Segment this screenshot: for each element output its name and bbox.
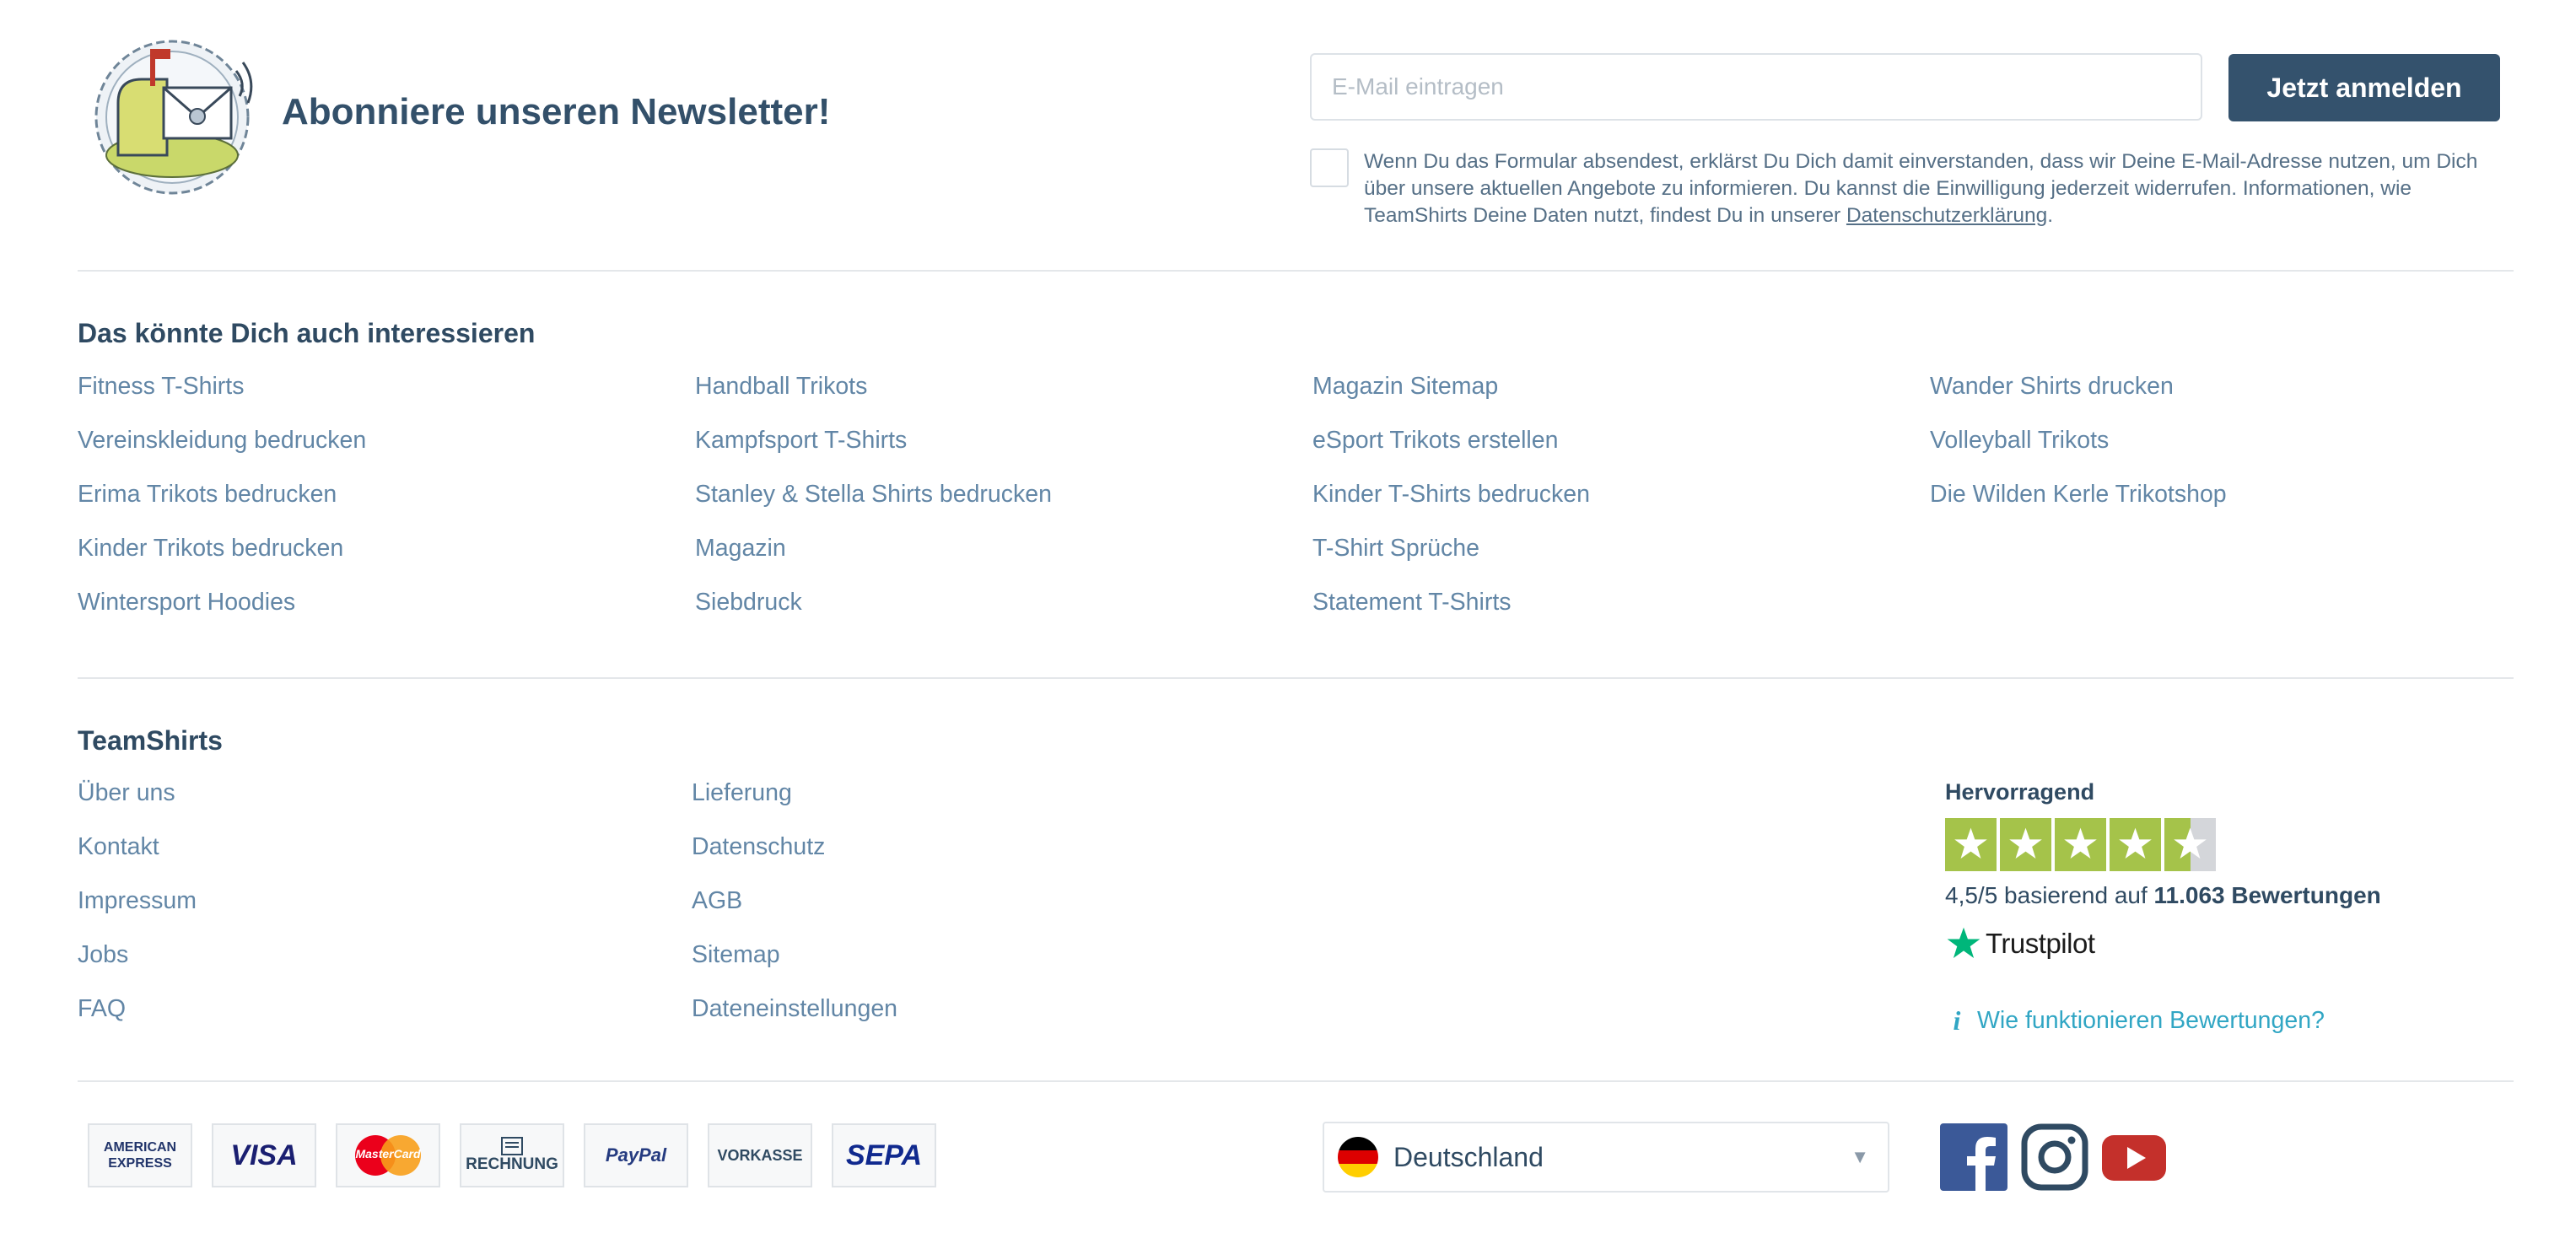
trustpilot-stars[interactable] <box>1945 818 2216 871</box>
trustpilot-label: Hervorragend <box>1945 779 2095 805</box>
company-link[interactable]: Dateneinstellungen <box>692 995 897 1023</box>
interest-link[interactable]: Wander Shirts drucken <box>1930 373 2174 401</box>
interest-link[interactable]: T-Shirt Sprüche <box>1312 535 1479 563</box>
rating-star <box>2055 818 2106 871</box>
consent-text: Wenn Du das Formular absendest, erklärst… <box>1364 148 2511 229</box>
rating-star <box>2110 818 2161 871</box>
consent-text-end: . <box>2047 204 2054 227</box>
company-heading: TeamShirts <box>78 725 223 756</box>
interest-link[interactable]: Magazin Sitemap <box>1312 373 1498 401</box>
vorkasse-icon: VORKASSE <box>708 1123 812 1187</box>
company-link[interactable]: Kontakt <box>78 833 159 861</box>
germany-flag-icon <box>1338 1137 1378 1177</box>
rechnung-label: RECHNUNG <box>466 1155 558 1173</box>
interest-link[interactable]: Volleyball Trikots <box>1930 427 2109 455</box>
company-link[interactable]: Über uns <box>78 779 175 807</box>
interest-link[interactable]: Wintersport Hoodies <box>78 589 295 616</box>
rating-text: 4,5/5 basierend auf <box>1945 882 2154 908</box>
email-field[interactable] <box>1310 53 2202 121</box>
company-link[interactable]: Impressum <box>78 887 197 915</box>
interest-link[interactable]: Vereinskleidung bedrucken <box>78 427 366 455</box>
country-select[interactable]: Deutschland ▼ <box>1323 1122 1889 1193</box>
company-link[interactable]: Lieferung <box>692 779 792 807</box>
interests-heading: Das könnte Dich auch interessieren <box>78 318 536 348</box>
interest-link[interactable]: Kinder T-Shirts bedrucken <box>1312 481 1590 509</box>
interest-link[interactable]: Erima Trikots bedrucken <box>78 481 337 509</box>
interest-link[interactable]: Stanley & Stella Shirts bedrucken <box>695 481 1052 509</box>
interest-link[interactable]: Fitness T-Shirts <box>78 373 244 401</box>
company-link[interactable]: Datenschutz <box>692 833 825 861</box>
divider <box>78 270 2514 272</box>
vorkasse-label: VORKASSE <box>717 1146 803 1164</box>
company-link[interactable]: FAQ <box>78 995 126 1023</box>
interest-link[interactable]: Magazin <box>695 535 786 563</box>
mastercard-label: MasterCard <box>355 1147 421 1160</box>
consent-checkbox[interactable] <box>1310 148 1349 187</box>
youtube-icon[interactable] <box>2100 1123 2168 1191</box>
mastercard-icon: MasterCard <box>336 1123 440 1187</box>
interest-link[interactable]: Die Wilden Kerle Trikotshop <box>1930 481 2227 509</box>
rechnung-icon: RECHNUNG <box>460 1123 564 1187</box>
newsletter-title: Abonniere unseren Newsletter! <box>282 91 831 132</box>
rating-star <box>2164 818 2216 871</box>
rating-star <box>1945 818 1997 871</box>
interest-link[interactable]: Kinder Trikots bedrucken <box>78 535 343 563</box>
paypal-label: PayPal <box>605 1144 667 1166</box>
interest-link[interactable]: eSport Trikots erstellen <box>1312 427 1558 455</box>
country-label: Deutschland <box>1393 1141 1544 1172</box>
amex-line1: AMERICAN <box>103 1140 177 1155</box>
review-count[interactable]: 11.063 Bewertungen <box>2154 882 2381 908</box>
reviews-help-link[interactable]: i Wie funktionieren Bewertungen? <box>1948 1005 2325 1036</box>
interest-link[interactable]: Statement T-Shirts <box>1312 589 1512 616</box>
sepa-icon: SEPA <box>832 1123 936 1187</box>
chevron-down-icon: ▼ <box>1851 1146 1869 1167</box>
newsletter-mailbox-icon <box>88 37 256 197</box>
privacy-policy-link[interactable]: Datenschutzerklärung <box>1846 204 2047 227</box>
footer: Abonniere unseren Newsletter! Jetzt anme… <box>0 0 2576 1233</box>
trustpilot-brand: Trustpilot <box>1986 928 2095 959</box>
trustpilot-star-icon <box>1947 927 1981 959</box>
info-icon: i <box>1953 1005 1961 1036</box>
sepa-label: SEPA <box>845 1139 923 1171</box>
visa-icon: VISA <box>212 1123 316 1187</box>
facebook-icon[interactable] <box>1940 1123 2007 1191</box>
interest-link[interactable]: Handball Trikots <box>695 373 867 401</box>
interest-link[interactable]: Siebdruck <box>695 589 802 616</box>
rating-star <box>2000 818 2051 871</box>
divider <box>78 677 2514 679</box>
invoice-icon <box>501 1137 523 1155</box>
instagram-icon[interactable] <box>2021 1123 2088 1191</box>
company-link[interactable]: Jobs <box>78 941 128 969</box>
paypal-icon: PayPal <box>584 1123 688 1187</box>
visa-label: VISA <box>230 1139 298 1171</box>
amex-line2: EXPRESS <box>108 1156 172 1171</box>
subscribe-button[interactable]: Jetzt anmelden <box>2228 54 2500 121</box>
company-link[interactable]: AGB <box>692 887 742 915</box>
trustpilot-logo[interactable]: Trustpilot <box>1945 924 2095 963</box>
trustpilot-rating: 4,5/5 basierend auf 11.063 Bewertungen <box>1945 882 2381 909</box>
company-link[interactable]: Sitemap <box>692 941 780 969</box>
american-express-icon: AMERICAN EXPRESS <box>88 1123 192 1187</box>
divider <box>78 1080 2514 1082</box>
reviews-help-label: Wie funktionieren Bewertungen? <box>1977 1007 2325 1034</box>
interest-link[interactable]: Kampfsport T-Shirts <box>695 427 907 455</box>
